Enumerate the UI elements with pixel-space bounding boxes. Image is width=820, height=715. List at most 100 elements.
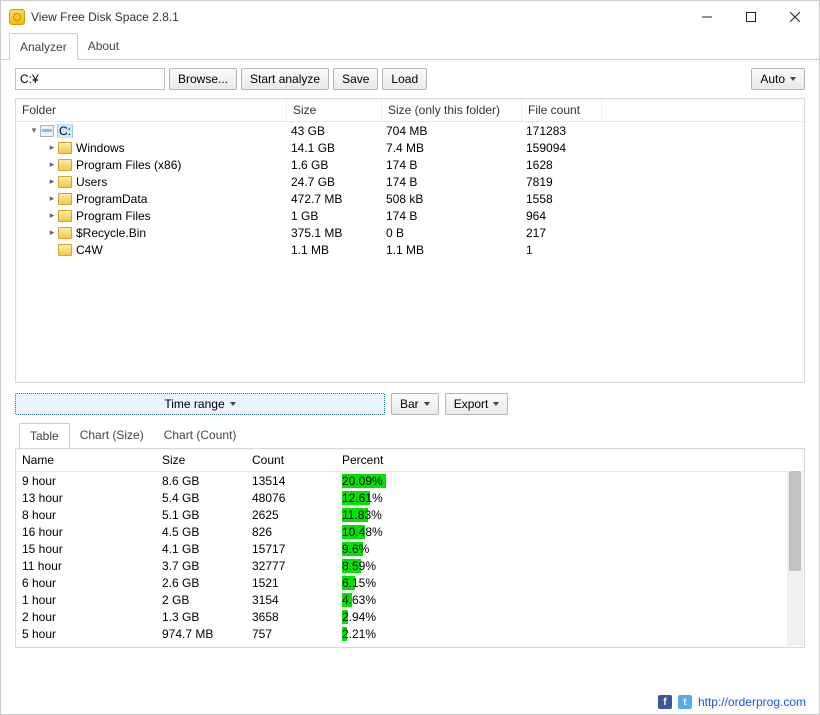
table-row[interactable]: 8 hour5.1 GB262511.83%	[16, 506, 804, 523]
expand-icon[interactable]: ▸	[46, 176, 58, 187]
drive-icon	[40, 125, 54, 137]
table-cell-count: 13514	[252, 474, 342, 488]
tree-item-label: Windows	[76, 141, 125, 155]
expand-icon[interactable]: ▸	[46, 159, 58, 170]
table-cell-size: 5.1 GB	[162, 508, 252, 522]
table-cell-percent: 4.63%	[342, 593, 762, 607]
table-cell-name: 8 hour	[22, 508, 162, 522]
table-row[interactable]: 1 hour2 GB31544.63%	[16, 591, 804, 608]
browse-button[interactable]: Browse...	[169, 68, 237, 90]
table-row[interactable]: 16 hour4.5 GB82610.48%	[16, 523, 804, 540]
tree-column-headers: Folder Size Size (only this folder) File…	[16, 99, 804, 122]
table-cell-count: 3154	[252, 593, 342, 607]
table-body[interactable]: 9 hour8.6 GB1351420.09%13 hour5.4 GB4807…	[16, 472, 804, 647]
tree-cell-count: 1	[526, 243, 606, 257]
tree-body[interactable]: ▾C:43 GB704 MB171283▸Windows14.1 GB7.4 M…	[16, 122, 804, 382]
col-file-count[interactable]: File count	[522, 99, 602, 121]
table-cell-size: 5.4 GB	[162, 491, 252, 505]
tree-cell-name: ▾ C:	[20, 124, 291, 138]
bar-dropdown[interactable]: Bar	[391, 393, 439, 415]
percent-text: 20.09%	[342, 474, 383, 488]
tree-row[interactable]: ▸Program Files1 GB174 B964	[20, 207, 800, 224]
table-row[interactable]: 15 hour4.1 GB157179.6%	[16, 540, 804, 557]
tree-cell-name: ▸$Recycle.Bin	[20, 226, 291, 240]
collapse-icon[interactable]: ▾	[28, 125, 40, 136]
tree-item-label: Program Files	[76, 209, 151, 223]
path-input[interactable]	[15, 68, 165, 90]
tree-row[interactable]: C4W1.1 MB1.1 MB1	[20, 241, 800, 258]
auto-dropdown[interactable]: Auto	[751, 68, 805, 90]
export-dropdown[interactable]: Export	[445, 393, 509, 415]
scrollbar-thumb[interactable]	[789, 471, 801, 571]
chevron-down-icon	[493, 402, 499, 406]
tree-row[interactable]: ▸Windows14.1 GB7.4 MB159094	[20, 139, 800, 156]
tab-analyzer[interactable]: Analyzer	[9, 33, 78, 60]
table-cell-percent: 12.61%	[342, 491, 762, 505]
folder-icon	[58, 176, 72, 188]
tree-row[interactable]: ▾C:43 GB704 MB171283	[20, 122, 800, 139]
table-cell-name: 15 hour	[22, 542, 162, 556]
chevron-down-icon	[230, 402, 236, 406]
tree-cell-count: 159094	[526, 141, 606, 155]
tree-item-label: C:	[58, 124, 72, 138]
time-range-dropdown[interactable]: Time range	[15, 393, 385, 415]
table-cell-percent: 8.59%	[342, 559, 762, 573]
col-folder[interactable]: Folder	[16, 99, 287, 121]
table-row[interactable]: 9 hour8.6 GB1351420.09%	[16, 472, 804, 489]
tcol-percent[interactable]: Percent	[336, 449, 756, 471]
folder-icon	[58, 227, 72, 239]
tcol-name[interactable]: Name	[16, 449, 156, 471]
table-cell-percent: 6.15%	[342, 576, 762, 590]
table-cell-size: 2 GB	[162, 593, 252, 607]
load-button[interactable]: Load	[382, 68, 427, 90]
maximize-button[interactable]	[729, 2, 773, 32]
table-row[interactable]: 2 hour1.3 GB36582.94%	[16, 608, 804, 625]
tree-row[interactable]: ▸ProgramData472.7 MB508 kB1558	[20, 190, 800, 207]
window-title: View Free Disk Space 2.8.1	[31, 10, 685, 24]
close-button[interactable]	[773, 2, 817, 32]
tree-cell-size: 1 GB	[291, 209, 386, 223]
expand-icon[interactable]: ▸	[46, 210, 58, 221]
scrollbar[interactable]	[787, 471, 803, 646]
save-button[interactable]: Save	[333, 68, 378, 90]
website-link[interactable]: http://orderprog.com	[698, 695, 806, 709]
tree-item-label: Users	[76, 175, 107, 189]
percent-text: 6.15%	[342, 576, 376, 590]
tree-cell-count: 171283	[526, 124, 606, 138]
table-cell-name: 16 hour	[22, 525, 162, 539]
facebook-icon[interactable]: f	[658, 695, 672, 709]
table-row[interactable]: 11 hour3.7 GB327778.59%	[16, 557, 804, 574]
tree-cell-count: 1628	[526, 158, 606, 172]
table-row[interactable]: 6 hour2.6 GB15216.15%	[16, 574, 804, 591]
tab-chart-size[interactable]: Chart (Size)	[70, 423, 154, 448]
expand-icon[interactable]: ▸	[46, 227, 58, 238]
minimize-button[interactable]	[685, 2, 729, 32]
expand-icon[interactable]: ▸	[46, 193, 58, 204]
tcol-count[interactable]: Count	[246, 449, 336, 471]
tab-table[interactable]: Table	[19, 423, 70, 449]
table-cell-size: 2.6 GB	[162, 576, 252, 590]
col-size-only[interactable]: Size (only this folder)	[382, 99, 522, 121]
main-tabs: Analyzer About	[1, 33, 819, 60]
percent-text: 11.83%	[342, 508, 382, 522]
table-cell-count: 32777	[252, 559, 342, 573]
table-cell-percent: 2.21%	[342, 627, 762, 641]
tree-cell-name: ▸ Windows	[20, 141, 291, 155]
tab-chart-count[interactable]: Chart (Count)	[154, 423, 247, 448]
tree-row[interactable]: ▸$Recycle.Bin375.1 MB0 B217	[20, 224, 800, 241]
start-analyze-button[interactable]: Start analyze	[241, 68, 329, 90]
tree-row[interactable]: ▸Program Files (x86)1.6 GB174 B1628	[20, 156, 800, 173]
folder-icon	[58, 159, 72, 171]
folder-icon	[58, 142, 72, 154]
table-row[interactable]: 13 hour5.4 GB4807612.61%	[16, 489, 804, 506]
tree-cell-count: 1558	[526, 192, 606, 206]
tab-about[interactable]: About	[78, 33, 129, 59]
col-size[interactable]: Size	[287, 99, 382, 121]
table-row[interactable]: 5 hour974.7 MB7572.21%	[16, 625, 804, 642]
tcol-size[interactable]: Size	[156, 449, 246, 471]
twitter-icon[interactable]: t	[678, 695, 692, 709]
tree-row[interactable]: ▸Users24.7 GB174 B7819	[20, 173, 800, 190]
tree-cell-count: 7819	[526, 175, 606, 189]
expand-icon[interactable]: ▸	[46, 142, 58, 153]
tree-cell-size_only: 7.4 MB	[386, 141, 526, 155]
